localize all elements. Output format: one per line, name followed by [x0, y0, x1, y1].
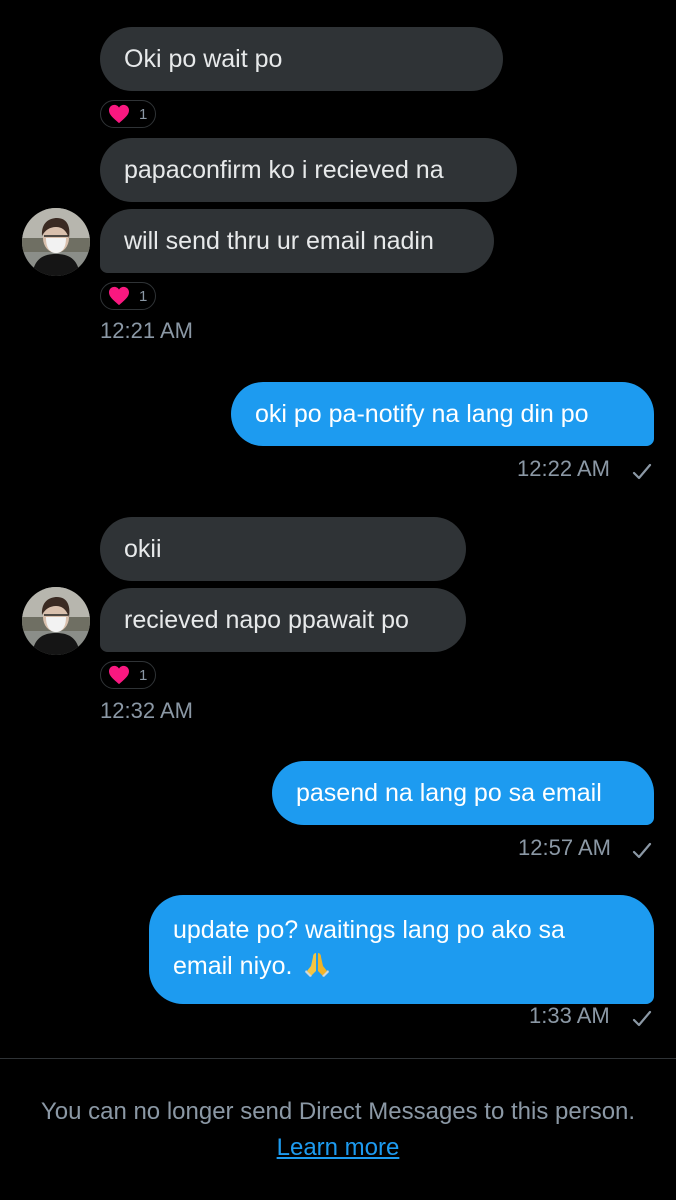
- message-text: Oki po wait po: [124, 45, 283, 73]
- message-timestamp: 12:21 AM: [100, 318, 193, 343]
- avatar[interactable]: [22, 587, 90, 655]
- reaction-badge[interactable]: 1: [100, 661, 156, 689]
- message-bubble-sent[interactable]: pasend na lang po sa email: [272, 761, 654, 825]
- message-text: email niyo.: [173, 952, 293, 980]
- message-timestamp: 12:22 AM: [517, 456, 610, 481]
- message-text: okii: [124, 535, 162, 563]
- message-text: oki po pa-notify na lang din po: [255, 400, 589, 428]
- message-timestamp: 1:33 AM: [529, 1003, 610, 1028]
- checkmark-icon: [632, 842, 652, 859]
- message-timestamp: 12:32 AM: [100, 698, 193, 723]
- divider: [0, 1058, 676, 1059]
- avatar[interactable]: [22, 208, 90, 276]
- message-text-line: update po? waitings lang po ako sa: [173, 916, 565, 944]
- reaction-badge[interactable]: 1: [100, 282, 156, 310]
- message-bubble[interactable]: recieved napo ppawait po: [100, 588, 466, 652]
- heart-icon: [109, 665, 129, 685]
- checkmark-icon: [632, 1010, 652, 1027]
- message-bubble[interactable]: Oki po wait po: [100, 27, 503, 91]
- message-bubble[interactable]: will send thru ur email nadin: [100, 209, 494, 273]
- dm-conversation: Oki po wait po 1 papaconfirm ko i reciev…: [0, 0, 676, 1200]
- message-text: pasend na lang po sa email: [296, 779, 602, 807]
- message-text: recieved napo ppawait po: [124, 606, 409, 634]
- dm-disabled-notice: You can no longer send Direct Messages t…: [40, 1094, 636, 1166]
- folded-hands-icon: [303, 950, 331, 988]
- message-bubble[interactable]: papaconfirm ko i recieved na: [100, 138, 517, 202]
- learn-more-link[interactable]: Learn more: [277, 1134, 400, 1161]
- message-text: papaconfirm ko i recieved na: [124, 156, 444, 184]
- message-bubble-sent[interactable]: oki po pa-notify na lang din po: [231, 382, 654, 446]
- message-text-line: email niyo.: [173, 948, 630, 988]
- checkmark-icon: [632, 463, 652, 480]
- message-timestamp: 12:57 AM: [518, 835, 611, 860]
- heart-icon: [109, 104, 129, 124]
- reaction-count: 1: [139, 287, 148, 305]
- notice-text: You can no longer send Direct Messages t…: [40, 1098, 636, 1125]
- reaction-badge[interactable]: 1: [100, 100, 156, 128]
- reaction-count: 1: [139, 105, 148, 123]
- message-text: will send thru ur email nadin: [124, 227, 434, 255]
- message-bubble[interactable]: okii: [100, 517, 466, 581]
- heart-icon: [109, 286, 129, 306]
- reaction-count: 1: [139, 666, 148, 684]
- message-bubble-sent[interactable]: update po? waitings lang po ako sa email…: [149, 895, 654, 1004]
